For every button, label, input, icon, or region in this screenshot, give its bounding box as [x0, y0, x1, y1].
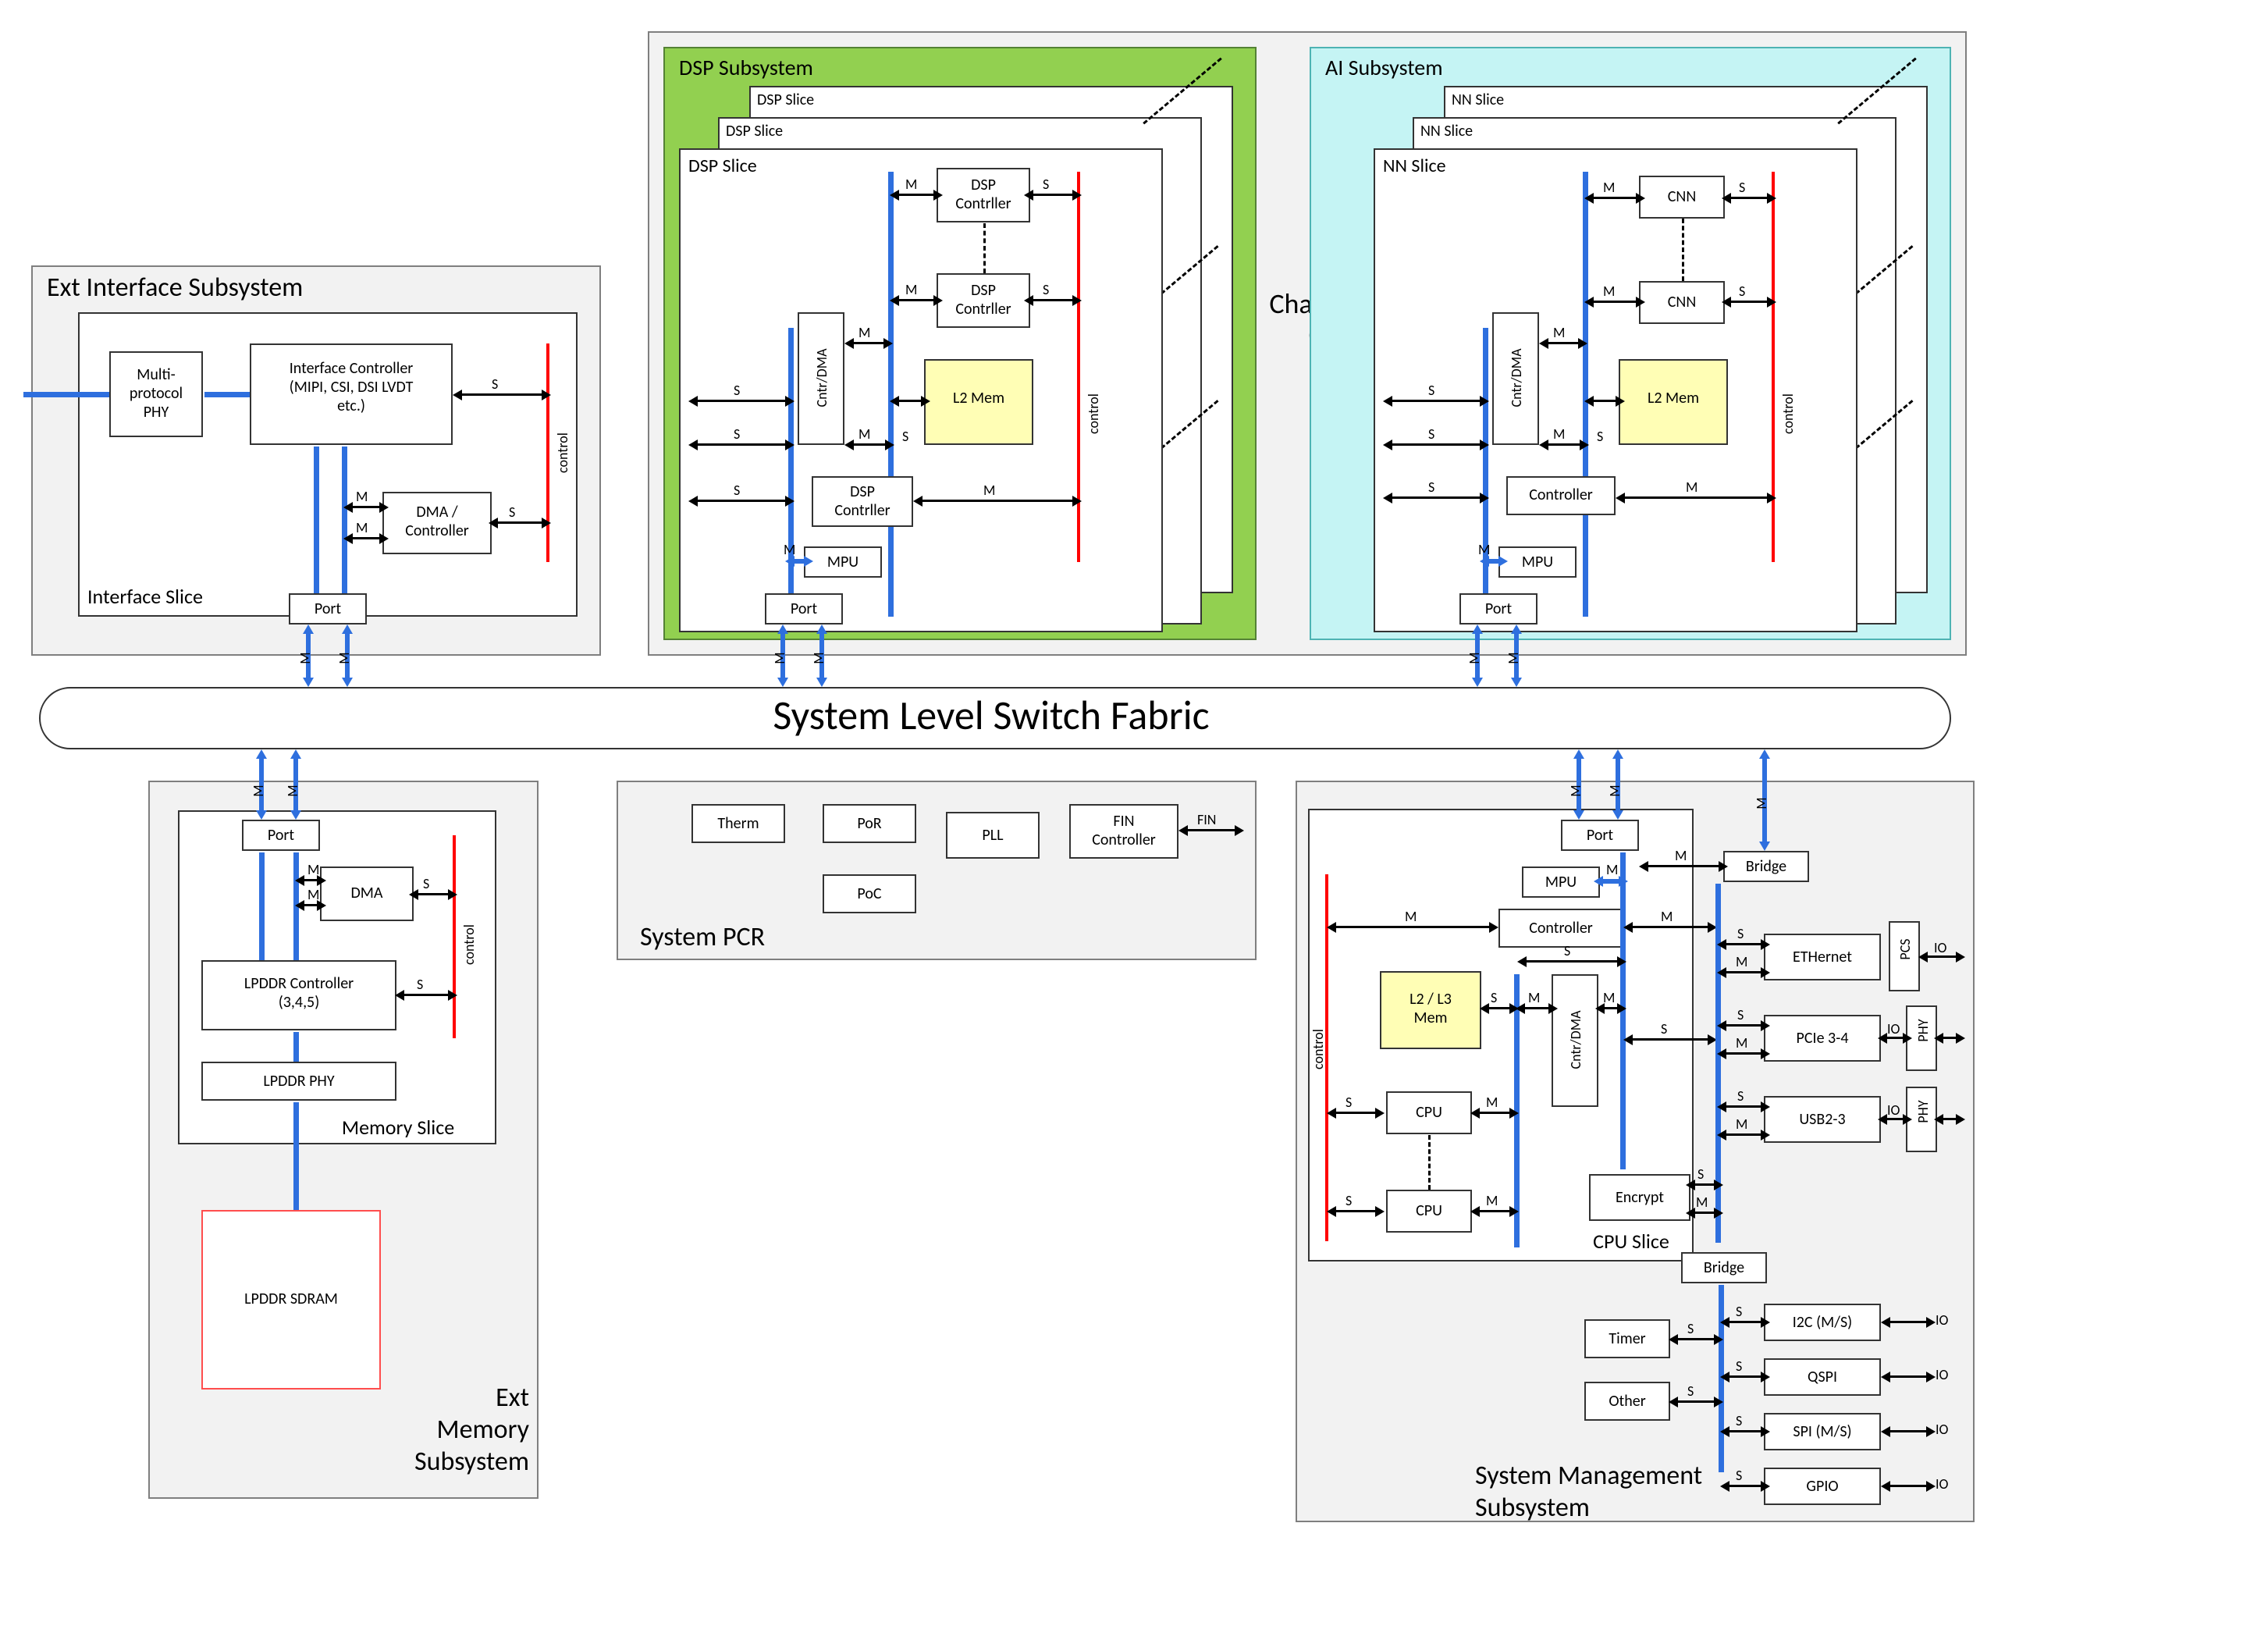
dsp-slice-back1-label: DSP Slice	[726, 122, 835, 141]
fin-label: FIN	[1197, 811, 1216, 828]
phy-label: Multi- protocol PHY	[109, 365, 203, 422]
nn-cntr-dma-label: Cntr/DMA	[1508, 331, 1525, 425]
spi-label: SPI (M/S)	[1764, 1422, 1881, 1441]
pcie-label: PCIe 3-4	[1764, 1029, 1881, 1048]
intf-port-label: Port	[289, 600, 367, 618]
nn-l2-label: L2 Mem	[1619, 389, 1728, 407]
cpu-1-label: CPU	[1386, 1103, 1472, 1122]
pcs-label: PCS	[1897, 926, 1914, 973]
dsp-controller-1-label: DSP Contrller	[937, 176, 1030, 213]
sm-bridge-bot-label: Bridge	[1681, 1258, 1767, 1277]
ext-interface-title: Ext Interface Subsystem	[47, 272, 303, 304]
nn-control-label: control	[1779, 383, 1797, 445]
nn-slice-back1-label: NN Slice	[1420, 122, 1530, 141]
mem-dma-label: DMA	[320, 884, 414, 902]
poc-label: PoC	[823, 884, 916, 903]
pll-label: PLL	[946, 826, 1040, 845]
dsp-mpu-label: MPU	[804, 553, 882, 571]
eth-label: ETHernet	[1764, 948, 1881, 966]
pcie-phy-label: PHY	[1914, 1007, 1932, 1054]
por-label: PoR	[823, 814, 916, 833]
sm-bridge-top-label: Bridge	[1723, 857, 1809, 876]
gpio-label: GPIO	[1764, 1477, 1881, 1496]
therm-label: Therm	[691, 814, 785, 833]
lpddr-ctrl-label: LPDDR Controller (3,4,5)	[201, 974, 396, 1012]
lpddr-sdram-label: LPDDR SDRAM	[201, 1290, 381, 1308]
sm-controller-label: Controller	[1498, 919, 1623, 938]
diagram-canvas: System Level Switch Fabric Channel 0 DSP…	[0, 0, 2268, 1644]
qspi-label: QSPI	[1764, 1368, 1881, 1386]
fabric-title: System Level Switch Fabric	[679, 693, 1303, 738]
sm-control-label: control	[1310, 1018, 1327, 1080]
dsp-subsystem-title: DSP Subsystem	[679, 56, 882, 80]
sm-port-label: Port	[1561, 826, 1639, 845]
dsp-controller-2-label: DSP Contrller	[937, 281, 1030, 318]
sm-l2l3-label: L2 / L3 Mem	[1380, 990, 1481, 1027]
sm-cntrdma-label: Cntr/DMA	[1567, 993, 1584, 1087]
system-pcr-title: System PCR	[640, 921, 765, 953]
intf-ctrl-label: Interface Controller (MIPI, CSI, DSI LVD…	[250, 359, 453, 415]
dsp-l2-label: L2 Mem	[924, 389, 1033, 407]
dsp-controller-3-label: DSP Contrller	[812, 482, 913, 520]
dsp-port-label: Port	[765, 600, 843, 618]
dsp-slice-back2-label: DSP Slice	[757, 91, 866, 109]
i2c-label: I2C (M/S)	[1764, 1313, 1881, 1332]
other-label: Other	[1584, 1392, 1670, 1411]
mem-port-label: Port	[242, 826, 320, 845]
interface-slice-label: Interface Slice	[87, 585, 259, 608]
mem-control-label: control	[460, 913, 478, 976]
timer-label: Timer	[1584, 1329, 1670, 1348]
dsp-slice-label: DSP Slice	[688, 155, 798, 177]
dsp-control-label: control	[1085, 383, 1102, 445]
cnn-2-label: CNN	[1639, 293, 1725, 311]
fin-ctrl-label: FIN Controller	[1069, 812, 1178, 849]
nn-mpu-label: MPU	[1498, 553, 1577, 571]
sm-mpu-label: MPU	[1522, 873, 1600, 891]
intf-control-label: control	[554, 422, 571, 484]
ai-subsystem-title: AI Subsystem	[1325, 56, 1497, 80]
lpddr-phy-label: LPDDR PHY	[201, 1072, 396, 1091]
usb-phy-label: PHY	[1914, 1088, 1932, 1135]
nn-slice-back2-label: NN Slice	[1452, 91, 1561, 109]
intf-dma-label: DMA / Controller	[382, 503, 492, 540]
nn-slice-label: NN Slice	[1383, 155, 1492, 177]
cpu-slice-label: CPU Slice	[1577, 1230, 1686, 1253]
dsp-cntr-dma-label: Cntr/DMA	[813, 331, 830, 425]
memory-slice-label: Memory Slice	[312, 1116, 484, 1139]
usb-label: USB2-3	[1764, 1110, 1881, 1129]
cnn-1-label: CNN	[1639, 187, 1725, 206]
ext-memory-title: Ext Memory Subsystem	[365, 1382, 529, 1478]
nn-port-label: Port	[1459, 600, 1537, 618]
sm-encrypt-label: Encrypt	[1589, 1188, 1690, 1207]
nn-controller-label: Controller	[1506, 486, 1616, 504]
cpu-2-label: CPU	[1386, 1201, 1472, 1220]
